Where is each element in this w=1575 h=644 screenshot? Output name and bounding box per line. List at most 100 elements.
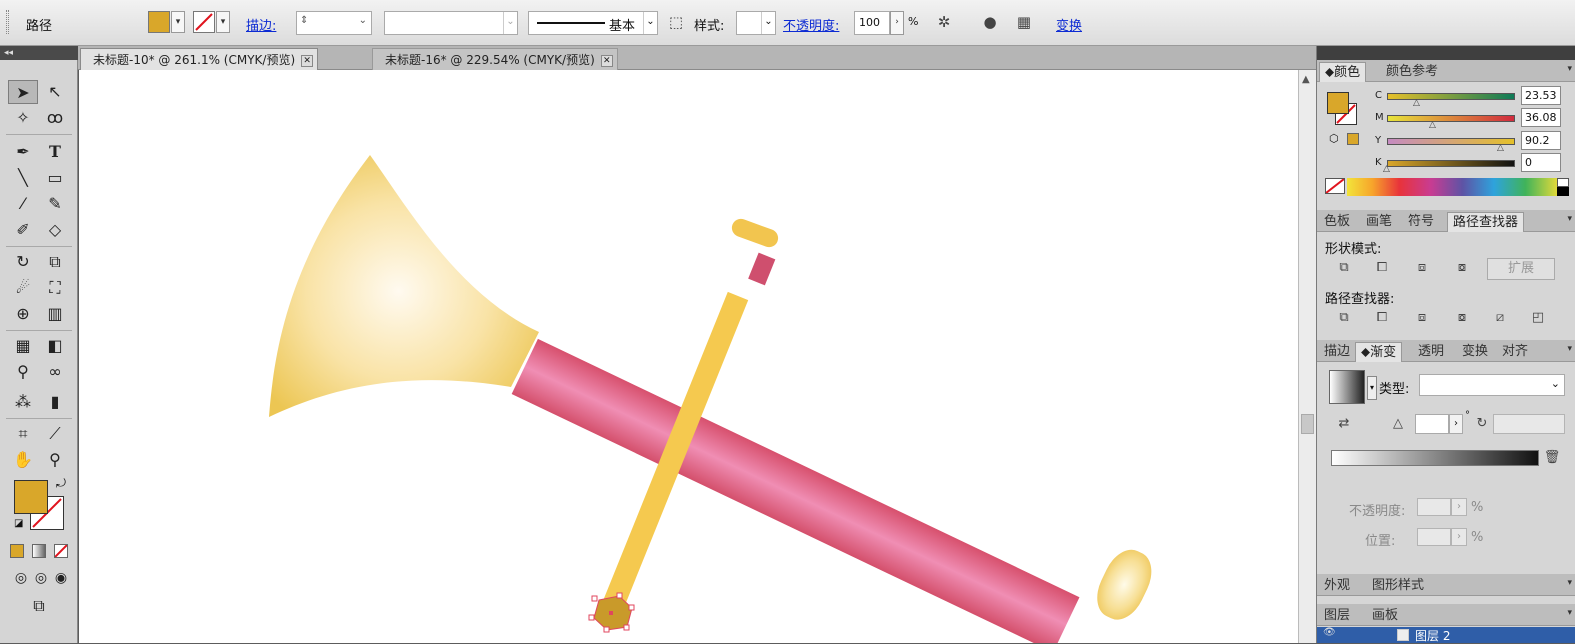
magenta-value-input[interactable]: 36.08 <box>1521 108 1561 127</box>
black-value-input[interactable]: 0 <box>1521 153 1561 172</box>
free-transform-tool-icon[interactable]: ⛶ <box>40 276 70 300</box>
vertical-scrollbar[interactable]: ▲ <box>1298 70 1316 643</box>
yellow-slider[interactable] <box>1387 138 1515 145</box>
layer-name[interactable]: 图层 2 <box>1415 627 1450 644</box>
trumpet-bell[interactable] <box>269 155 539 417</box>
ramp-white-box[interactable] <box>1557 178 1569 187</box>
pen-tool-icon[interactable]: ✒ <box>8 140 38 164</box>
tab-layers[interactable]: 图层 <box>1319 606 1355 626</box>
trash-icon[interactable]: 🗑 <box>1543 450 1561 466</box>
tab-transform[interactable]: 变换 <box>1457 342 1493 362</box>
color-mode-button[interactable] <box>10 544 24 558</box>
gradient-tool-icon[interactable]: ◧ <box>40 334 70 358</box>
reverse-gradient-icon[interactable]: ⇄ <box>1335 416 1353 432</box>
trumpet-end-cap[interactable] <box>1089 543 1161 627</box>
stroke-weight-field[interactable]: ⇕ ⌄ <box>296 11 372 35</box>
panel-menu-icon[interactable]: ▾ <box>1567 344 1572 354</box>
yellow-value-input[interactable]: 90.2 <box>1521 131 1561 150</box>
stroke-weight-dropdown-icon[interactable]: ⌄ <box>359 15 367 26</box>
rod-top-cap[interactable] <box>729 216 780 249</box>
opacity-link[interactable]: 不透明度: <box>783 15 839 34</box>
fill-color-swatch[interactable] <box>148 11 170 33</box>
column-graph-tool-icon[interactable]: ▮ <box>40 390 70 414</box>
hand-tool-icon[interactable]: ✋ <box>8 448 38 472</box>
draw-inside-icon[interactable]: ◉ <box>46 566 76 590</box>
tab-gradient[interactable]: ⬥渐变 <box>1355 342 1403 362</box>
perspective-grid-tool-icon[interactable]: ▥ <box>40 302 70 326</box>
tab-color[interactable]: ⬥颜色 <box>1319 62 1367 82</box>
selection-tool-icon[interactable]: ➤ <box>8 80 38 104</box>
color-panel-fill-box[interactable] <box>1327 92 1349 114</box>
global-edit-icon[interactable]: ● <box>980 12 1000 32</box>
in-gamut-swatch[interactable] <box>1347 133 1359 145</box>
brush-dropdown-icon[interactable]: ⌄ <box>643 12 657 34</box>
tab-align[interactable]: 对齐 <box>1497 342 1533 362</box>
control-bar-grip[interactable] <box>6 10 9 34</box>
color-spectrum-ramp[interactable] <box>1347 178 1557 196</box>
panel-menu-icon[interactable]: ▾ <box>1567 214 1572 224</box>
crop-icon[interactable]: ⧇ <box>1453 310 1471 326</box>
minus-front-icon[interactable]: ⧠ <box>1373 260 1391 276</box>
graphic-style-field[interactable]: ⌄ <box>736 11 776 35</box>
magenta-slider[interactable] <box>1387 115 1515 122</box>
rod-pink-segment[interactable] <box>748 252 776 286</box>
cyan-slider[interactable] <box>1387 93 1515 100</box>
unite-icon[interactable]: ⧉ <box>1335 260 1353 276</box>
tab-color-guide[interactable]: 颜色参考 <box>1381 62 1443 82</box>
align-stroke-icon[interactable]: ⬚ <box>666 12 686 32</box>
variable-width-field[interactable]: ⌄ <box>384 11 518 35</box>
angle-dropdown-arrow[interactable]: › <box>1449 414 1463 434</box>
tab-appearance[interactable]: 外观 <box>1319 576 1355 596</box>
exclude-icon[interactable]: ⧇ <box>1453 260 1471 276</box>
divide-icon[interactable]: ⧉ <box>1335 310 1353 326</box>
expand-button[interactable]: 扩展 <box>1487 258 1555 280</box>
toolbox-collapse-button[interactable]: ◂◂ <box>0 46 78 60</box>
isolate-icon[interactable]: ▦ <box>1014 12 1034 32</box>
intersect-icon[interactable]: ⧈ <box>1413 260 1431 276</box>
warp-tool-icon[interactable]: ☄ <box>8 276 38 300</box>
artboard-tool-icon[interactable]: ⌗ <box>8 422 38 446</box>
tab-swatches[interactable]: 色板 <box>1319 212 1355 232</box>
black-slider-handle[interactable]: △ <box>1383 164 1390 174</box>
brush-definition-field[interactable]: 基本 ⌄ <box>528 11 658 35</box>
document-tab-2[interactable]: 未标题-16* @ 229.54% (CMYK/预览) ✕ <box>372 48 618 70</box>
mesh-tool-icon[interactable]: ▦ <box>8 334 38 358</box>
swap-fill-stroke-icon[interactable]: ⤾ <box>56 476 66 491</box>
close-icon[interactable]: ✕ <box>600 54 613 67</box>
scroll-up-arrow-icon[interactable]: ▲ <box>1302 74 1310 85</box>
opacity-expand-arrow[interactable]: › <box>890 11 904 35</box>
layer-row[interactable]: 👁 图层 2 <box>1317 627 1575 643</box>
trim-icon[interactable]: ⧠ <box>1373 310 1391 326</box>
type-tool-icon[interactable]: T <box>40 140 70 164</box>
merge-icon[interactable]: ⧈ <box>1413 310 1431 326</box>
symbol-sprayer-tool-icon[interactable]: ⁂ <box>8 390 38 414</box>
rotate-tool-icon[interactable]: ↻ <box>8 250 38 274</box>
ramp-black-box[interactable] <box>1557 187 1569 196</box>
stop-location-input[interactable] <box>1417 528 1451 546</box>
none-mode-button[interactable] <box>54 544 68 558</box>
color-ramp-none-box[interactable] <box>1325 178 1345 194</box>
stroke-link[interactable]: 描边: <box>246 15 276 34</box>
magic-wand-tool-icon[interactable]: ✧ <box>8 106 38 130</box>
stroke-none-swatch[interactable] <box>193 11 215 33</box>
transform-link[interactable]: 变换 <box>1056 15 1082 34</box>
outline-icon[interactable]: ⧄ <box>1491 310 1509 326</box>
visibility-eye-icon[interactable]: 👁 <box>1323 627 1336 638</box>
stop-opacity-arrow[interactable]: › <box>1451 498 1467 516</box>
gradient-preset-dropdown-icon[interactable]: ▾ <box>1367 376 1377 400</box>
tab-stroke[interactable]: 描边 <box>1319 342 1355 362</box>
minus-back-icon[interactable]: ◰ <box>1529 310 1547 326</box>
artboard-canvas[interactable] <box>79 70 1298 643</box>
gradient-swatch-preview[interactable] <box>1329 370 1365 404</box>
fill-dropdown-arrow[interactable]: ▾ <box>171 11 185 33</box>
blob-brush-tool-icon[interactable]: ✐ <box>8 218 38 242</box>
stroke-dropdown-arrow[interactable]: ▾ <box>216 11 230 33</box>
gradient-type-select[interactable]: ⌄ <box>1419 374 1565 396</box>
tab-brushes[interactable]: 画笔 <box>1361 212 1397 232</box>
cyan-value-input[interactable]: 23.53 <box>1521 86 1561 105</box>
yellow-slider-handle[interactable]: △ <box>1497 143 1504 153</box>
lasso-tool-icon[interactable]: ꝏ <box>40 106 70 130</box>
tab-transparency[interactable]: 透明 <box>1413 342 1449 362</box>
stop-location-arrow[interactable]: › <box>1451 528 1467 546</box>
stroke-stepper-icon[interactable]: ⇕ <box>300 15 308 26</box>
